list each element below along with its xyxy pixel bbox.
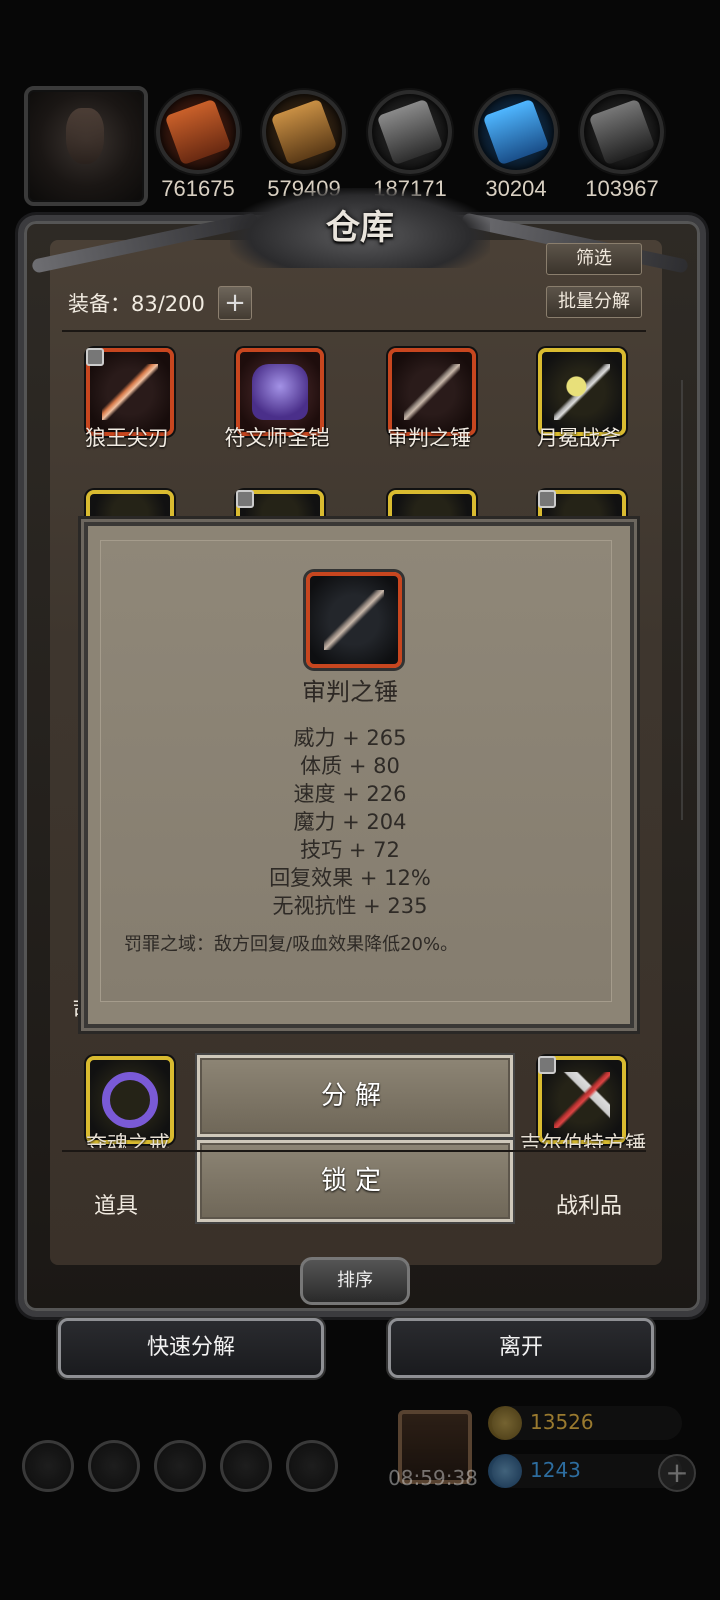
axe-icon [554,364,610,420]
tab-loot[interactable]: 战利品 [556,1188,622,1220]
ore-material-icon [588,98,656,166]
resource-wood: 579409 [254,90,354,202]
settings-gear-icon[interactable] [22,1440,74,1492]
page-title: 仓库 [326,208,394,248]
quick-decompose-button[interactable]: 快速分解 [58,1318,324,1378]
side-tab-strip [681,380,697,820]
resource-crystal: 30204 [466,90,566,202]
item-name: 月冕战斧 [537,426,621,450]
item-name: 狼王尖刃 [85,426,169,450]
divider [62,330,646,332]
gold-amount: 13526 [530,1410,594,1434]
stat-line: 回复效果 + 12% [269,866,431,890]
stat-line: 魔力 + 204 [293,810,407,834]
item-name: 审判之锤 [387,426,471,450]
resource-stone: 187171 [360,90,460,202]
lock-icon [236,490,254,508]
menu-circle-icon[interactable] [88,1440,140,1492]
tab-items[interactable]: 道具 [94,1188,138,1220]
gem-amount: 1243 [530,1458,581,1482]
leave-button[interactable]: 离开 [388,1318,654,1378]
ring-icon [102,1072,158,1128]
item-title: 审判之锤 [302,678,398,706]
stat-line: 体质 + 80 [300,754,400,778]
avatar-face [66,108,104,164]
stat-line: 威力 + 265 [293,726,407,750]
resource-value: 103967 [585,176,659,201]
item-name: 夺魂之戒 [86,1132,170,1148]
expand-capacity-button[interactable]: + [218,286,252,320]
stat-line: 速度 + 226 [293,782,407,806]
item-icon [306,572,402,668]
hammer-icon [554,1072,610,1128]
lock-icon [538,490,556,508]
armor-icon [252,364,308,420]
hammer-icon [404,364,460,420]
dagger-icon [102,364,158,420]
gold-coin-icon [488,1406,522,1440]
stat-line: 无视抗性 + 235 [272,894,428,918]
book-icon[interactable] [220,1440,272,1492]
player-avatar[interactable] [24,86,148,206]
wood-material-icon [270,98,338,166]
item-name: 吉尔伯特方锤 [520,1132,646,1148]
lock-icon [86,348,104,366]
countdown-timer: 08:59:38 [388,1466,478,1490]
stat-line: 技巧 + 72 [300,838,400,862]
shield-icon[interactable] [286,1440,338,1492]
item-effect-description: 罚罪之域：敌方回复/吸血效果降低20%。 [124,934,459,955]
red-material-icon [164,98,232,166]
batch-decompose-button[interactable]: 批量分解 [546,286,642,318]
item-name-fragment: 司 [72,998,84,1022]
item-name: 符文师圣铠 [224,426,330,450]
decompose-button[interactable]: 分解 [197,1055,513,1137]
gem-icon [488,1454,522,1488]
sort-button[interactable]: 排序 [300,1257,410,1305]
resource-ore: 103967 [572,90,672,202]
grid-icon[interactable] [154,1440,206,1492]
lock-icon [538,1056,556,1074]
filter-button[interactable]: 筛选 [546,243,642,275]
hammer-icon [324,590,384,650]
equip-count: 装备：83/200 [68,292,205,316]
tab-divider [62,1150,646,1152]
stone-material-icon [376,98,444,166]
crystal-material-icon [482,98,550,166]
add-currency-button[interactable]: + [658,1454,696,1492]
lock-button[interactable]: 锁定 [197,1140,513,1222]
resource-red: 761675 [148,90,248,202]
